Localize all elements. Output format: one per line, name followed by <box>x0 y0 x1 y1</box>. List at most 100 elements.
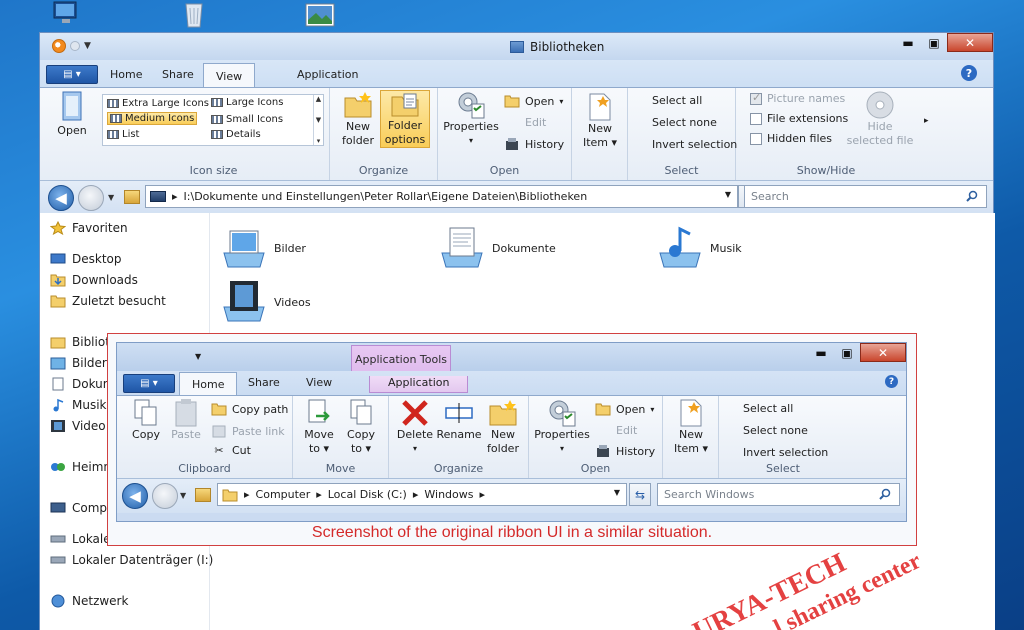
nav-desktop[interactable]: Desktop <box>50 252 122 266</box>
ribbon-group-organize: New folder Folder options Organize <box>330 88 438 180</box>
forward-button[interactable] <box>78 185 104 211</box>
address-bar[interactable]: ▸ I:\Dokumente und Einstellungen\Peter R… <box>145 185 738 208</box>
new-item-button[interactable]: New Item ▾ <box>580 92 620 150</box>
rename-icon <box>445 403 473 423</box>
address-dropdown-icon[interactable]: ▼ <box>725 190 731 199</box>
library-item-musik[interactable]: Musik <box>656 225 742 271</box>
inset-qat-dropdown-icon: ▼ <box>195 352 202 361</box>
medium-icons-icon <box>110 114 122 123</box>
recent-locations-dropdown-icon[interactable]: ▼ <box>108 193 114 202</box>
navigation-bar: ◀ ▼ ▸ I:\Dokumente und Einstellungen\Pet… <box>40 181 993 214</box>
large-icons-icon <box>211 98 223 107</box>
delete-icon <box>402 400 428 426</box>
inset-open-icon <box>595 403 611 416</box>
computer-icon <box>150 191 166 202</box>
back-button[interactable]: ◀ <box>48 185 74 211</box>
nav-musik[interactable]: Musik <box>50 398 107 412</box>
inset-tab-view: View <box>306 376 333 389</box>
library-item-videos[interactable]: Videos <box>220 279 311 325</box>
up-folder-icon[interactable] <box>124 190 140 204</box>
library-item-dokumente[interactable]: Dokumente <box>438 225 556 271</box>
tab-application[interactable]: Application <box>297 68 358 81</box>
nav-computer[interactable]: Compu <box>50 501 115 515</box>
file-extensions-checkbox[interactable]: File extensions <box>750 112 848 125</box>
inset-edit-button: Edit <box>616 424 638 437</box>
hidden-files-checkbox[interactable]: Hidden files <box>750 132 832 145</box>
nav-local-disk-i[interactable]: Lokaler Datenträger (I:) <box>50 553 213 567</box>
search-box[interactable] <box>744 185 987 208</box>
nav-favorites[interactable]: Favoriten <box>50 221 128 235</box>
app-menu-button[interactable]: ▤ ▾ <box>46 65 98 84</box>
help-icon[interactable]: ? <box>961 65 977 81</box>
nav-downloads[interactable]: Downloads <box>50 273 138 287</box>
inset-address-bar: ▸ Computer ▸ Local Disk (C:) ▸ Windows ▸… <box>217 483 627 506</box>
picture-names-check[interactable] <box>750 91 762 105</box>
libraries-icon <box>50 337 66 349</box>
select-all-button[interactable]: Select all <box>652 94 702 107</box>
organize-group-label: Organize <box>358 164 409 177</box>
layout-small-icons[interactable]: Small Icons <box>211 114 283 125</box>
open-button[interactable]: Open <box>50 90 94 138</box>
invert-selection-button[interactable]: Invert selection <box>652 138 737 151</box>
file-extensions-check[interactable] <box>750 112 762 125</box>
new-folder-button[interactable]: New folder <box>338 90 378 148</box>
nav-videos[interactable]: Video <box>50 419 106 433</box>
qat-button[interactable] <box>70 41 80 51</box>
photo-file-icon[interactable] <box>304 0 336 28</box>
inset-clipboard-label: Clipboard <box>178 462 231 475</box>
ribbon-more-chevron-icon[interactable]: ▸ <box>924 116 929 126</box>
inset-new-folder-button: New folder <box>483 398 523 456</box>
edit-button[interactable]: Edit <box>525 116 546 129</box>
layout-details[interactable]: Details <box>211 129 261 140</box>
nav-bilder[interactable]: Bilder <box>50 356 107 370</box>
search-input[interactable] <box>745 186 955 207</box>
layout-list[interactable]: List <box>107 129 139 140</box>
tab-view[interactable]: View <box>203 63 256 87</box>
window-title: Bibliotheken <box>510 40 604 54</box>
inset-copy-button: Copy <box>129 398 163 442</box>
nav-network[interactable]: Netzwerk <box>50 594 128 608</box>
maximize-button[interactable]: ▣ <box>921 33 947 52</box>
minimize-button[interactable]: ▬ <box>895 33 921 52</box>
hide-selected-button[interactable]: Hide selected file <box>846 90 914 148</box>
layout-extra-large-icons[interactable]: Extra Large Icons <box>107 98 209 109</box>
ribbon-group-select: Select all Select none Invert selection … <box>628 88 737 180</box>
tab-home[interactable]: Home <box>110 68 142 81</box>
inset-explorer-window: ▼ Application Tools ▬ ▣ ✕ ▤ ▾ Home Share… <box>116 342 907 522</box>
nav-recent[interactable]: Zuletzt besucht <box>50 294 166 308</box>
inset-back-button: ◀ <box>122 483 148 509</box>
nav-dokumente[interactable]: Dokum <box>50 377 114 391</box>
desktop-icon <box>50 253 66 264</box>
layout-large-icons[interactable]: Large Icons <box>211 97 283 108</box>
inset-open-button: Open ▾ <box>595 402 654 416</box>
inset-group-move: Move to ▾ Copy to ▾ Move <box>293 396 389 478</box>
layout-medium-icons[interactable]: Medium Icons <box>107 112 198 125</box>
app-orb-icon[interactable] <box>52 39 66 53</box>
nav-local-disk[interactable]: Lokaler <box>50 532 116 546</box>
documents-library-icon <box>441 227 483 268</box>
tab-share[interactable]: Share <box>162 68 194 81</box>
folder-options-button[interactable]: Folder options <box>380 90 430 148</box>
inset-refresh-button: ⇆ <box>629 483 651 506</box>
open-dropdown-button[interactable]: Open ▾ <box>504 94 563 108</box>
library-icon <box>510 41 524 53</box>
ribbon-group-open: Properties ▾ Open ▾ Edit History Open <box>438 88 572 180</box>
move-to-icon <box>308 399 330 423</box>
layout-gallery-scroll[interactable]: ▲ ▼ ▾ <box>313 95 323 145</box>
search-icon[interactable] <box>966 190 978 202</box>
select-none-button[interactable]: Select none <box>652 116 717 129</box>
picture-names-checkbox[interactable]: Picture names <box>750 91 845 105</box>
hidden-files-check[interactable] <box>750 132 762 145</box>
extra-large-icons-icon <box>107 99 119 108</box>
inset-help-icon: ? <box>885 375 898 388</box>
library-item-bilder[interactable]: Bilder <box>220 225 306 271</box>
qat-dropdown-icon[interactable]: ▼ <box>84 41 91 51</box>
properties-button[interactable]: Properties ▾ <box>443 90 499 148</box>
recycle-bin-icon[interactable] <box>178 0 210 28</box>
inset-ribbon-home: Copy Paste Copy path Paste link ✂ Cut Cli… <box>117 395 906 479</box>
computer-desktop-icon[interactable] <box>50 0 82 28</box>
inset-tab-share: Share <box>248 376 280 389</box>
close-button[interactable]: ✕ <box>947 33 993 52</box>
inset-maximize-button: ▣ <box>841 345 853 360</box>
history-button[interactable]: History <box>504 137 564 151</box>
